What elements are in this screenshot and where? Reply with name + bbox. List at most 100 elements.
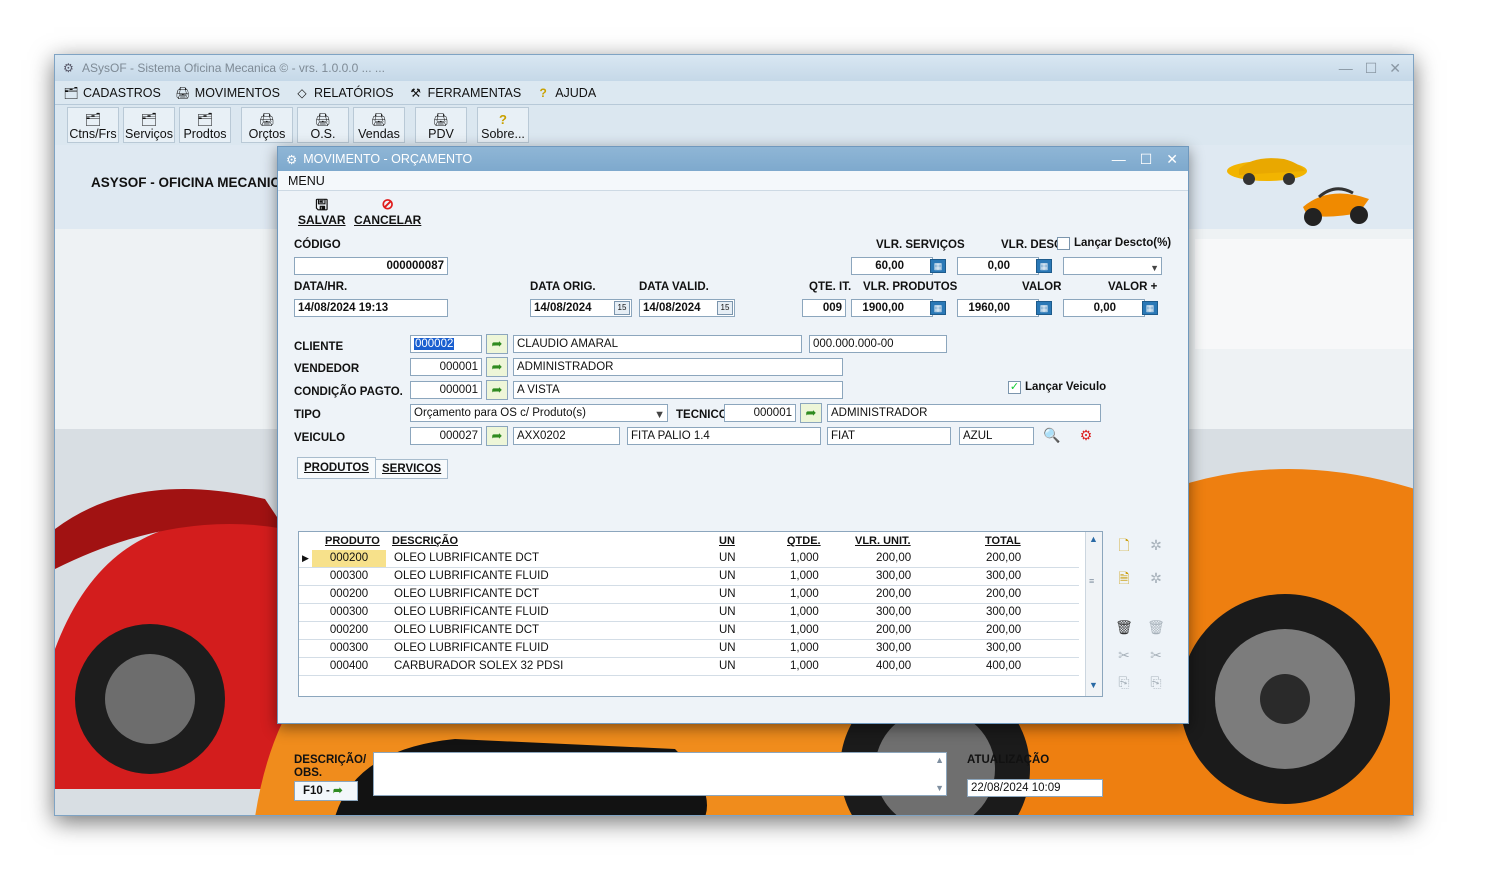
scroll-thumb-icon[interactable]: ≡: [1089, 576, 1094, 586]
current-row-indicator-icon: ▶: [302, 553, 309, 563]
tecnico-code-field[interactable]: 000001: [724, 404, 796, 422]
lookup-folder-icon[interactable]: ➦: [486, 426, 508, 446]
table-row[interactable]: ▶ 000200 OLEO LUBRIFICANTE DCT UN 1,000 …: [299, 550, 1079, 568]
menu-ajuda[interactable]: ? AJUDA: [535, 85, 597, 101]
toolbar-pdv-button[interactable]: 🖨 PDV: [415, 107, 467, 143]
toolbar-clientes-button[interactable]: 🗂 Ctns/Frs: [67, 107, 119, 143]
new-item-icon[interactable]: 🗋: [1114, 535, 1134, 555]
maximize-button[interactable]: ☐: [1365, 60, 1378, 77]
scroll-up-icon[interactable]: ▲: [1089, 534, 1098, 544]
dialog-menu[interactable]: MENU: [288, 174, 325, 188]
search-vehicle-icon[interactable]: 🔍: [1042, 425, 1062, 445]
tab-servicos[interactable]: SERVICOS: [375, 459, 449, 479]
scroll-down-icon[interactable]: ▼: [935, 783, 944, 793]
cancel-button[interactable]: ⊘ CANCELAR: [354, 195, 421, 227]
descricao-obs-textarea[interactable]: ▲ ▼: [373, 752, 947, 796]
grid-header-total[interactable]: TOTAL: [985, 535, 1021, 547]
grid-header-vlr-unit[interactable]: VLR. UNIT.: [855, 535, 911, 547]
new-item-alt-icon[interactable]: ✲: [1146, 535, 1166, 555]
grid-header-un[interactable]: UN: [719, 535, 735, 547]
grid-header-produto[interactable]: PRODUTO: [325, 535, 380, 547]
cliente-code-field[interactable]: 000002: [410, 335, 482, 353]
dialog-minimize-button[interactable]: —: [1112, 151, 1126, 168]
edit-item-icon[interactable]: 🗎: [1114, 568, 1134, 588]
lookup-folder-icon[interactable]: ➦: [486, 334, 508, 354]
condicao-nome-field[interactable]: A VISTA: [513, 381, 843, 399]
calculator-icon[interactable]: ▦: [1142, 301, 1158, 315]
tab-produtos[interactable]: PRODUTOS: [297, 457, 376, 479]
copy-alt-icon[interactable]: ⎘: [1146, 672, 1166, 692]
tipo-combo[interactable]: Orçamento para OS c/ Produto(s) ▼: [410, 404, 668, 422]
toolbar-produtos-button[interactable]: 🗂 Prodtos: [179, 107, 231, 143]
scroll-up-icon[interactable]: ▲: [935, 755, 944, 765]
menu-movimentos[interactable]: 🖨 MOVIMENTOS: [175, 85, 280, 101]
cliente-doc-field[interactable]: 000.000.000-00: [809, 335, 947, 353]
veiculo-code-field[interactable]: 000027: [410, 427, 482, 445]
toolbar-servicos-button[interactable]: 🗂 Serviços: [123, 107, 175, 143]
tecnico-nome-field[interactable]: ADMINISTRADOR: [827, 404, 1101, 422]
placa-field[interactable]: AXX0202: [513, 427, 620, 445]
condicao-code-field[interactable]: 000001: [410, 381, 482, 399]
valor-mais-field[interactable]: 0,00: [1063, 299, 1145, 317]
toolbar-vendas-button[interactable]: 🖨 Vendas: [353, 107, 405, 143]
marca-field[interactable]: FIAT: [827, 427, 951, 445]
calendar-icon[interactable]: 15: [614, 301, 630, 315]
toolbar-os-button[interactable]: 🖨 O.S.: [297, 107, 349, 143]
cor-field[interactable]: AZUL: [959, 427, 1034, 445]
vlr-desc-field[interactable]: 0,00: [957, 257, 1039, 275]
table-row[interactable]: 000400 CARBURADOR SOLEX 32 PDSI UN 1,000…: [299, 658, 1079, 676]
lancar-veiculo-checkbox[interactable]: ✓: [1008, 381, 1021, 394]
close-button[interactable]: ✕: [1389, 60, 1401, 77]
copy-icon[interactable]: ⎘: [1114, 672, 1134, 692]
servicos-icon: 🗂: [140, 112, 158, 127]
grid-scrollbar[interactable]: ▲ ≡ ▼: [1085, 532, 1102, 696]
f10-button[interactable]: F10 - ➦: [294, 781, 358, 801]
cut-icon[interactable]: ✂: [1114, 645, 1134, 665]
lookup-folder-icon[interactable]: ➦: [800, 403, 822, 423]
table-row[interactable]: 000300 OLEO LUBRIFICANTE FLUID UN 1,000 …: [299, 640, 1079, 658]
table-row[interactable]: 000200 OLEO LUBRIFICANTE DCT UN 1,000 20…: [299, 622, 1079, 640]
toolbar-orcamentos-button[interactable]: 🖨 Orçtos: [241, 107, 293, 143]
codigo-field[interactable]: 000000087: [294, 257, 448, 275]
edit-item-alt-icon[interactable]: ✲: [1146, 568, 1166, 588]
dialog-maximize-button[interactable]: ☐: [1140, 151, 1153, 168]
app-icon: ⚙: [63, 61, 74, 75]
grid-header-descricao[interactable]: DESCRIÇÃO: [392, 535, 458, 547]
cliente-nome-field[interactable]: CLAUDIO AMARAL: [513, 335, 802, 353]
scroll-down-icon[interactable]: ▼: [1089, 680, 1098, 690]
modelo-field[interactable]: FITA PALIO 1.4: [627, 427, 821, 445]
grid-header-qtde[interactable]: QTDE.: [787, 535, 821, 547]
produtos-grid: PRODUTO DESCRIÇÃO UN QTDE. VLR. UNIT. TO…: [298, 531, 1103, 697]
table-row[interactable]: 000200 OLEO LUBRIFICANTE DCT UN 1,000 20…: [299, 586, 1079, 604]
menu-ferramentas[interactable]: ⚒ FERRAMENTAS: [408, 85, 521, 101]
calendar-icon[interactable]: 15: [717, 301, 733, 315]
main-toolbar: 🗂 Ctns/Frs 🗂 Serviços 🗂 Prodtos 🖨 Orçtos 🖨 O.…: [55, 105, 1413, 145]
minimize-button[interactable]: —: [1339, 60, 1353, 77]
menu-relatorios[interactable]: ◇ RELATÓRIOS: [294, 85, 393, 101]
data-hr-field[interactable]: 14/08/2024 19:13: [294, 299, 448, 317]
lookup-folder-icon[interactable]: ➦: [486, 380, 508, 400]
trash-alt-icon[interactable]: 🗑: [1146, 617, 1166, 637]
toolbar-sobre-button[interactable]: ? Sobre...: [477, 107, 529, 143]
vlr-servicos-field[interactable]: 60,00: [851, 257, 933, 275]
trash-icon[interactable]: 🗑: [1114, 617, 1134, 637]
cut-alt-icon[interactable]: ✂: [1146, 645, 1166, 665]
dialog-close-button[interactable]: ✕: [1166, 151, 1178, 168]
vendedor-label: VENDEDOR: [294, 363, 360, 375]
qte-it-field: 009: [802, 299, 846, 317]
lancar-desconto-checkbox[interactable]: [1057, 237, 1070, 250]
desconto-combo[interactable]: ▼: [1063, 257, 1162, 275]
table-row[interactable]: 000300 OLEO LUBRIFICANTE FLUID UN 1,000 …: [299, 604, 1079, 622]
vendedor-code-field[interactable]: 000001: [410, 358, 482, 376]
calculator-icon[interactable]: ▦: [930, 301, 946, 315]
lancar-veiculo-label: Lançar Veiculo: [1025, 381, 1107, 393]
table-row[interactable]: 000300 OLEO LUBRIFICANTE FLUID UN 1,000 …: [299, 568, 1079, 586]
vendedor-nome-field[interactable]: ADMINISTRADOR: [513, 358, 843, 376]
calculator-icon[interactable]: ▦: [1036, 259, 1052, 273]
calculator-icon[interactable]: ▦: [1036, 301, 1052, 315]
menu-cadastros[interactable]: 🗂 CADASTROS: [63, 85, 160, 101]
vehicle-settings-icon[interactable]: ⚙: [1076, 425, 1096, 445]
calculator-icon[interactable]: ▦: [930, 259, 946, 273]
save-button[interactable]: 🖫 SALVAR: [298, 195, 346, 227]
lookup-folder-icon[interactable]: ➦: [486, 357, 508, 377]
